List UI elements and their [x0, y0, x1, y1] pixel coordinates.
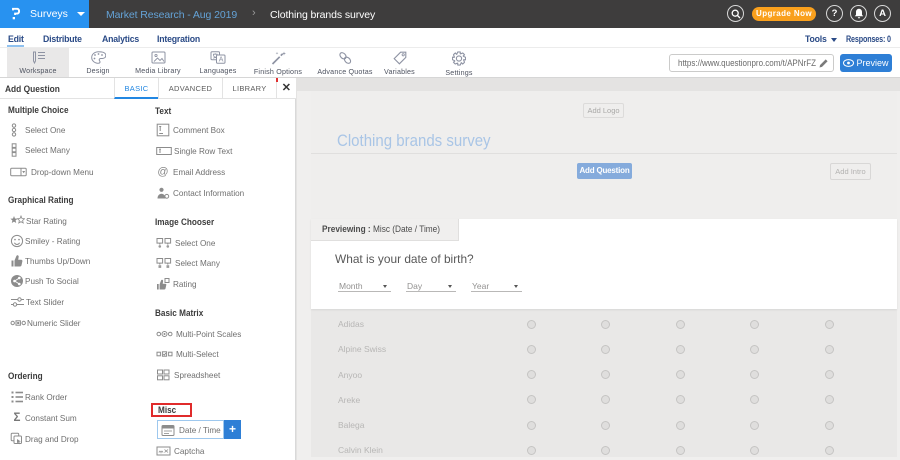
svg-text:A: A	[219, 57, 224, 64]
